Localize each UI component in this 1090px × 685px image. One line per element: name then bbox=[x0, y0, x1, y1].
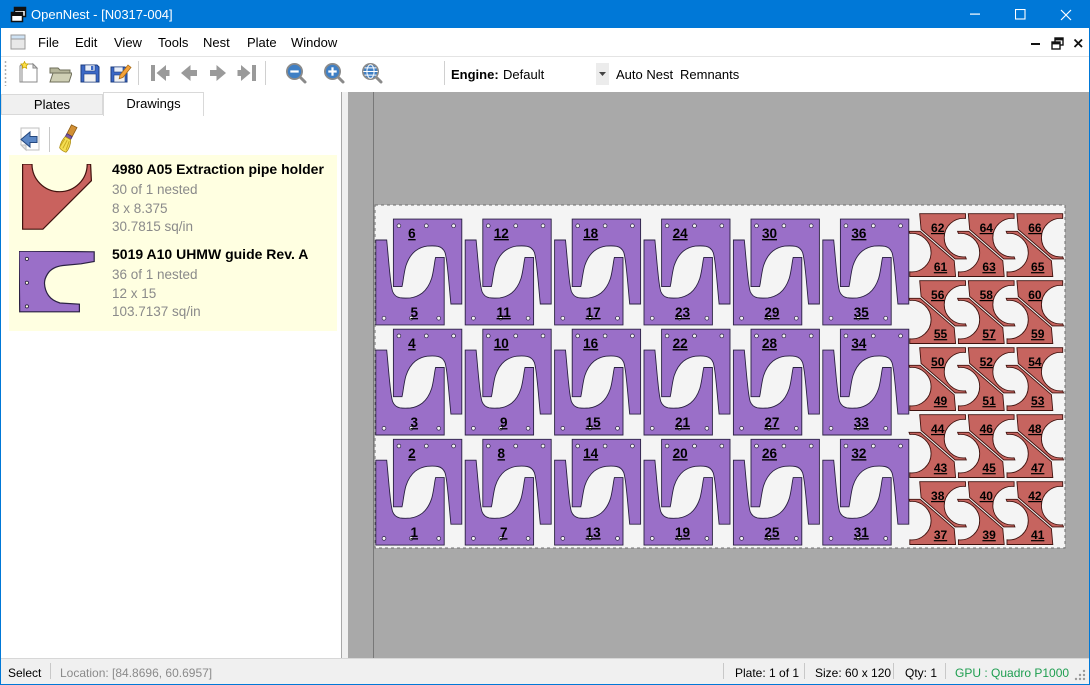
svg-text:66: 66 bbox=[1028, 221, 1042, 235]
svg-text:46: 46 bbox=[980, 422, 994, 436]
svg-text:58: 58 bbox=[980, 288, 994, 302]
svg-text:39: 39 bbox=[982, 528, 996, 542]
svg-text:56: 56 bbox=[931, 288, 945, 302]
svg-text:41: 41 bbox=[1031, 528, 1045, 542]
svg-text:3: 3 bbox=[411, 415, 419, 430]
svg-text:50: 50 bbox=[931, 355, 945, 369]
svg-text:63: 63 bbox=[982, 260, 996, 274]
svg-text:18: 18 bbox=[583, 226, 599, 241]
svg-text:54: 54 bbox=[1028, 355, 1042, 369]
svg-text:44: 44 bbox=[931, 422, 945, 436]
svg-text:64: 64 bbox=[980, 221, 994, 235]
svg-text:19: 19 bbox=[675, 525, 690, 540]
svg-text:23: 23 bbox=[675, 305, 691, 320]
svg-text:13: 13 bbox=[586, 525, 602, 540]
svg-text:26: 26 bbox=[762, 446, 778, 461]
svg-text:24: 24 bbox=[673, 226, 689, 241]
svg-text:36: 36 bbox=[851, 226, 867, 241]
svg-text:31: 31 bbox=[854, 525, 870, 540]
svg-text:32: 32 bbox=[851, 446, 866, 461]
svg-text:14: 14 bbox=[583, 446, 599, 461]
svg-text:10: 10 bbox=[494, 336, 509, 351]
svg-text:47: 47 bbox=[1031, 461, 1045, 475]
svg-text:7: 7 bbox=[500, 525, 508, 540]
svg-text:48: 48 bbox=[1028, 422, 1042, 436]
svg-text:62: 62 bbox=[931, 221, 945, 235]
svg-text:12: 12 bbox=[494, 226, 509, 241]
svg-text:29: 29 bbox=[764, 305, 779, 320]
svg-text:5: 5 bbox=[411, 305, 419, 320]
svg-text:21: 21 bbox=[675, 415, 691, 430]
svg-text:53: 53 bbox=[1031, 394, 1045, 408]
svg-text:57: 57 bbox=[982, 327, 996, 341]
svg-text:65: 65 bbox=[1031, 260, 1045, 274]
svg-text:42: 42 bbox=[1028, 489, 1042, 503]
svg-text:55: 55 bbox=[934, 327, 948, 341]
svg-text:38: 38 bbox=[931, 489, 945, 503]
svg-text:11: 11 bbox=[497, 305, 512, 320]
svg-text:59: 59 bbox=[1031, 327, 1045, 341]
svg-text:52: 52 bbox=[980, 355, 994, 369]
svg-text:35: 35 bbox=[854, 305, 870, 320]
svg-text:17: 17 bbox=[586, 305, 601, 320]
svg-text:34: 34 bbox=[851, 336, 867, 351]
svg-text:2: 2 bbox=[408, 446, 416, 461]
svg-text:8: 8 bbox=[498, 446, 506, 461]
svg-text:27: 27 bbox=[764, 415, 779, 430]
svg-text:20: 20 bbox=[673, 446, 688, 461]
svg-text:28: 28 bbox=[762, 336, 778, 351]
svg-text:6: 6 bbox=[408, 226, 416, 241]
svg-text:30: 30 bbox=[762, 226, 777, 241]
svg-text:25: 25 bbox=[764, 525, 780, 540]
svg-text:16: 16 bbox=[583, 336, 599, 351]
svg-text:51: 51 bbox=[982, 394, 996, 408]
svg-text:40: 40 bbox=[980, 489, 994, 503]
svg-text:43: 43 bbox=[934, 461, 948, 475]
svg-text:37: 37 bbox=[934, 528, 948, 542]
svg-text:9: 9 bbox=[500, 415, 508, 430]
svg-text:1: 1 bbox=[411, 525, 419, 540]
svg-text:4: 4 bbox=[408, 336, 416, 351]
svg-text:45: 45 bbox=[982, 461, 996, 475]
svg-text:33: 33 bbox=[854, 415, 870, 430]
svg-text:49: 49 bbox=[934, 394, 948, 408]
svg-text:60: 60 bbox=[1028, 288, 1042, 302]
svg-text:22: 22 bbox=[673, 336, 688, 351]
svg-text:61: 61 bbox=[934, 260, 948, 274]
svg-text:15: 15 bbox=[586, 415, 602, 430]
